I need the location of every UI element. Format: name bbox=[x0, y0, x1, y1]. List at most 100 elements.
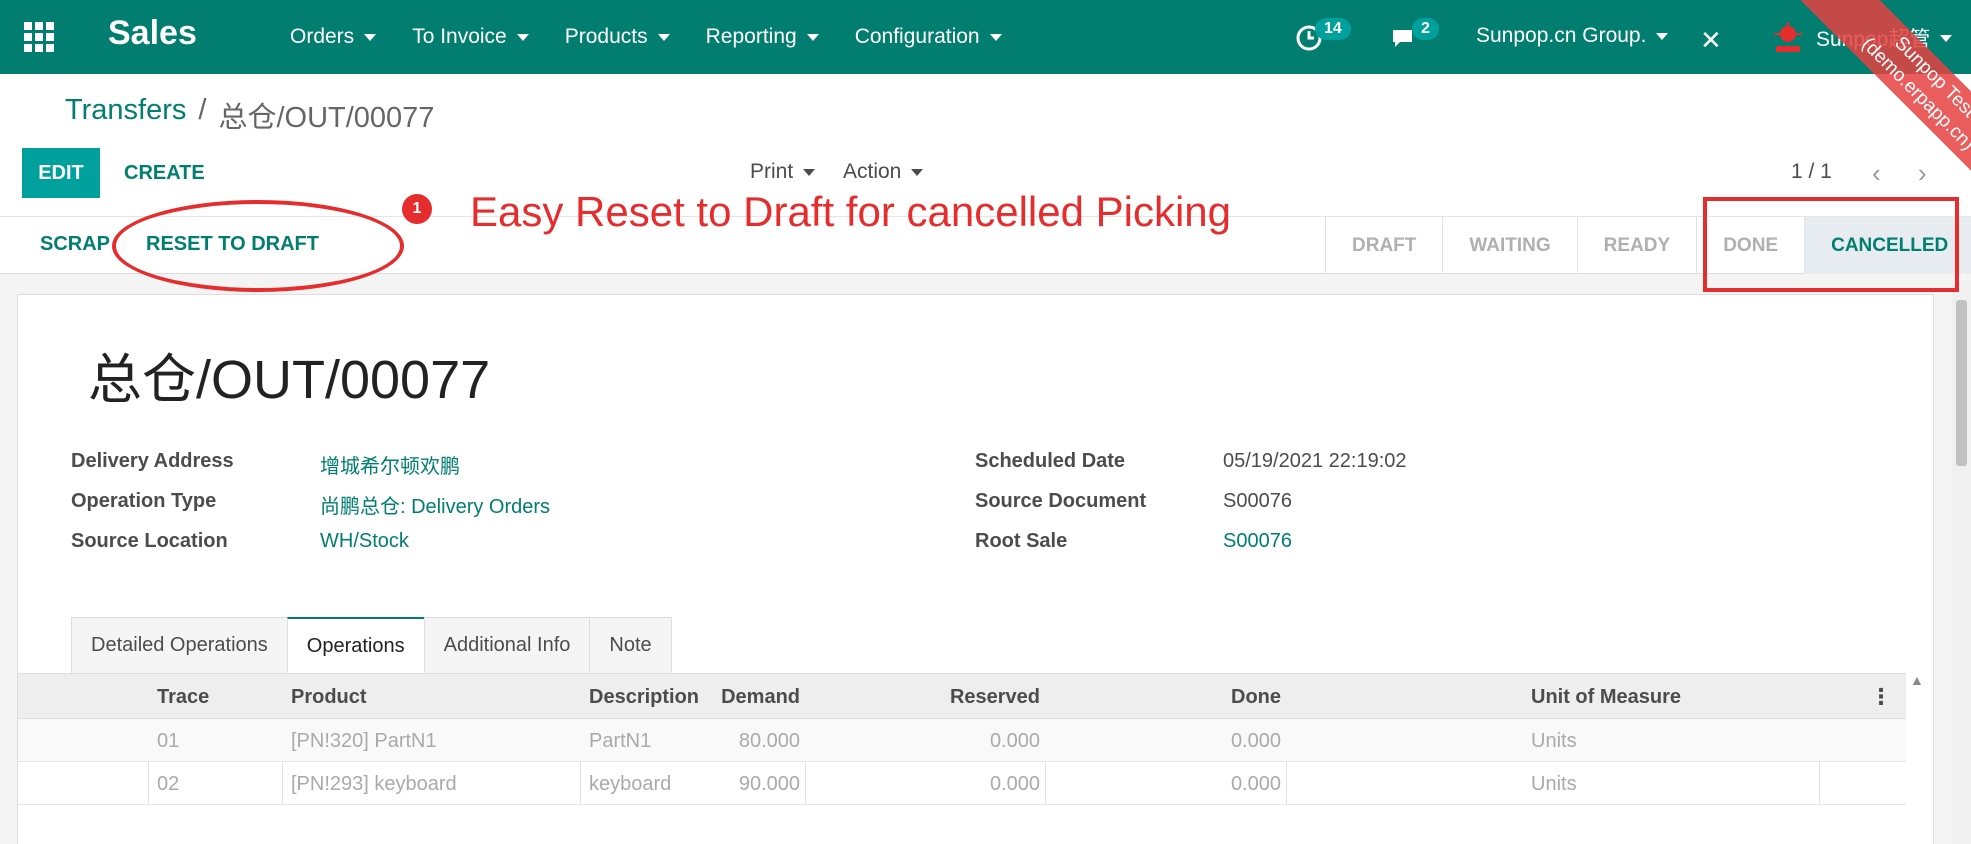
caret-down-icon bbox=[516, 33, 529, 41]
cell-description: PartN1 bbox=[589, 730, 652, 752]
tab-operations[interactable]: Operations bbox=[286, 617, 425, 673]
tab-detailed-operations[interactable]: Detailed Operations bbox=[71, 617, 288, 673]
table-header: Trace Product Description Demand Reserve… bbox=[18, 673, 1906, 719]
record-title: 总仓/OUT/00077 bbox=[88, 350, 491, 410]
create-button[interactable]: CREATE bbox=[124, 148, 205, 198]
source-document-value: S00076 bbox=[1223, 490, 1292, 512]
scheduled-date-value: 05/19/2021 22:19:02 bbox=[1223, 450, 1407, 472]
caret-down-icon bbox=[657, 33, 670, 41]
activity-count-badge: 14 bbox=[1315, 18, 1351, 40]
header-product[interactable]: Product bbox=[291, 686, 367, 709]
header-unit-of-measure[interactable]: Unit of Measure bbox=[1531, 686, 1681, 709]
stage-draft: DRAFT bbox=[1326, 217, 1444, 274]
scrollbar-thumb[interactable] bbox=[1956, 300, 1967, 466]
menu-to-invoice-label: To Invoice bbox=[412, 25, 507, 48]
debug-tools-icon[interactable]: ✕ bbox=[1700, 25, 1722, 56]
scrap-button[interactable]: SCRAP bbox=[40, 233, 110, 256]
apps-menu-icon[interactable] bbox=[24, 22, 54, 52]
pager-previous-icon[interactable]: ‹ bbox=[1872, 158, 1881, 189]
cell-trace: 01 bbox=[157, 730, 180, 752]
header-trace[interactable]: Trace bbox=[157, 686, 209, 709]
caret-down-icon bbox=[1940, 34, 1953, 42]
print-dropdown[interactable]: Print bbox=[750, 160, 816, 184]
menu-products-label: Products bbox=[564, 25, 648, 48]
breadcrumb-separator: / bbox=[198, 94, 207, 126]
pager-next-icon[interactable]: › bbox=[1918, 158, 1927, 189]
source-location-label: Source Location bbox=[71, 530, 228, 552]
annotation-ellipse bbox=[112, 200, 404, 292]
company-name: Sunpop.cn Group. bbox=[1476, 24, 1647, 47]
root-sale-label: Root Sale bbox=[975, 530, 1068, 552]
tab-additional-info[interactable]: Additional Info bbox=[423, 617, 591, 673]
caret-down-icon bbox=[803, 168, 816, 176]
cell-description: keyboard bbox=[589, 773, 672, 795]
operation-type-value[interactable]: 尚鹏总仓: Delivery Orders bbox=[320, 490, 550, 519]
activity-tray[interactable]: 14 bbox=[1295, 18, 1355, 54]
cell-demand: 90.000 bbox=[738, 773, 800, 795]
cell-demand: 80.000 bbox=[738, 730, 800, 752]
table-scroll-up-icon[interactable]: ▲ bbox=[1910, 672, 1924, 688]
menu-reporting-label: Reporting bbox=[705, 25, 797, 48]
pager-value[interactable]: 1 / 1 bbox=[1791, 160, 1832, 184]
app-name[interactable]: Sales bbox=[108, 14, 197, 53]
caret-down-icon bbox=[806, 33, 819, 41]
action-label: Action bbox=[843, 160, 902, 183]
root-sale-value[interactable]: S00076 bbox=[1223, 530, 1292, 553]
form-sheet: 总仓/OUT/00077 Delivery Address 增城希尔顿欢鹏 Op… bbox=[17, 294, 1934, 844]
caret-down-icon bbox=[1656, 32, 1669, 40]
breadcrumb: Transfers / 总仓/OUT/00077 bbox=[65, 94, 434, 136]
delivery-address-label: Delivery Address bbox=[71, 450, 234, 472]
cell-unit: Units bbox=[1531, 773, 1577, 795]
cell-product: [PN!320] PartN1 bbox=[291, 730, 437, 752]
scheduled-date-label: Scheduled Date bbox=[975, 450, 1126, 472]
menu-products[interactable]: Products bbox=[565, 25, 670, 49]
cell-trace: 02 bbox=[157, 773, 180, 795]
cell-done: 0.000 bbox=[1230, 773, 1281, 795]
optional-columns-kebab-icon[interactable]: ⋮ bbox=[1870, 684, 1892, 710]
user-name: Sunpop超管 bbox=[1816, 28, 1931, 51]
table-row[interactable]: 02 [PN!293] keyboard keyboard 90.000 0.0… bbox=[18, 762, 1906, 805]
breadcrumb-transfers-link[interactable]: Transfers bbox=[65, 94, 186, 136]
edit-button[interactable]: EDIT bbox=[22, 148, 100, 198]
source-document-label: Source Document bbox=[975, 490, 1147, 512]
menu-configuration-label: Configuration bbox=[854, 25, 980, 48]
menu-orders-label: Orders bbox=[290, 25, 355, 48]
stage-waiting: WAITING bbox=[1443, 217, 1578, 274]
annotation-number: 1 bbox=[402, 194, 432, 224]
menu-to-invoice[interactable]: To Invoice bbox=[412, 25, 529, 49]
menu-orders[interactable]: Orders bbox=[290, 25, 377, 49]
cell-done: 0.000 bbox=[1230, 730, 1281, 752]
annotation-rectangle bbox=[1703, 197, 1959, 292]
operations-table: Trace Product Description Demand Reserve… bbox=[18, 673, 1906, 805]
menu-reporting[interactable]: Reporting bbox=[706, 25, 819, 49]
messaging-tray[interactable]: 2 bbox=[1390, 18, 1450, 54]
header-description[interactable]: Description bbox=[589, 686, 699, 709]
delivery-address-value[interactable]: 增城希尔顿欢鹏 bbox=[320, 450, 460, 479]
table-row[interactable]: 01 [PN!320] PartN1 PartN1 80.000 0.000 0… bbox=[18, 719, 1906, 762]
caret-down-icon bbox=[989, 33, 1002, 41]
source-location-value[interactable]: WH/Stock bbox=[320, 530, 409, 553]
company-logo-icon bbox=[1774, 22, 1802, 52]
tab-note[interactable]: Note bbox=[589, 617, 672, 673]
company-switcher[interactable]: Sunpop.cn Group. bbox=[1476, 24, 1669, 48]
operation-type-label: Operation Type bbox=[71, 490, 217, 512]
annotation-text: Easy Reset to Draft for cancelled Pickin… bbox=[470, 188, 1232, 235]
menu-configuration[interactable]: Configuration bbox=[855, 25, 1002, 49]
header-demand[interactable]: Demand bbox=[721, 686, 800, 709]
print-label: Print bbox=[750, 160, 794, 183]
page-scrollbar[interactable] bbox=[1952, 280, 1971, 844]
header-done[interactable]: Done bbox=[1231, 686, 1281, 709]
cell-reserved: 0.000 bbox=[989, 730, 1040, 752]
action-dropdown[interactable]: Action bbox=[843, 160, 924, 184]
caret-down-icon bbox=[364, 33, 377, 41]
caret-down-icon bbox=[911, 168, 924, 176]
cell-reserved: 0.000 bbox=[989, 773, 1040, 795]
stage-ready: READY bbox=[1578, 217, 1698, 274]
top-navbar: Sales Orders To Invoice Products Reporti… bbox=[0, 0, 1971, 74]
header-reserved[interactable]: Reserved bbox=[950, 686, 1040, 709]
main-menu: Orders To Invoice Products Reporting Con… bbox=[290, 0, 1002, 74]
user-menu[interactable]: Sunpop超管 bbox=[1770, 20, 1953, 56]
breadcrumb-current: 总仓/OUT/00077 bbox=[218, 102, 435, 134]
message-count-badge: 2 bbox=[1412, 18, 1439, 40]
cell-product: [PN!293] keyboard bbox=[291, 773, 457, 795]
